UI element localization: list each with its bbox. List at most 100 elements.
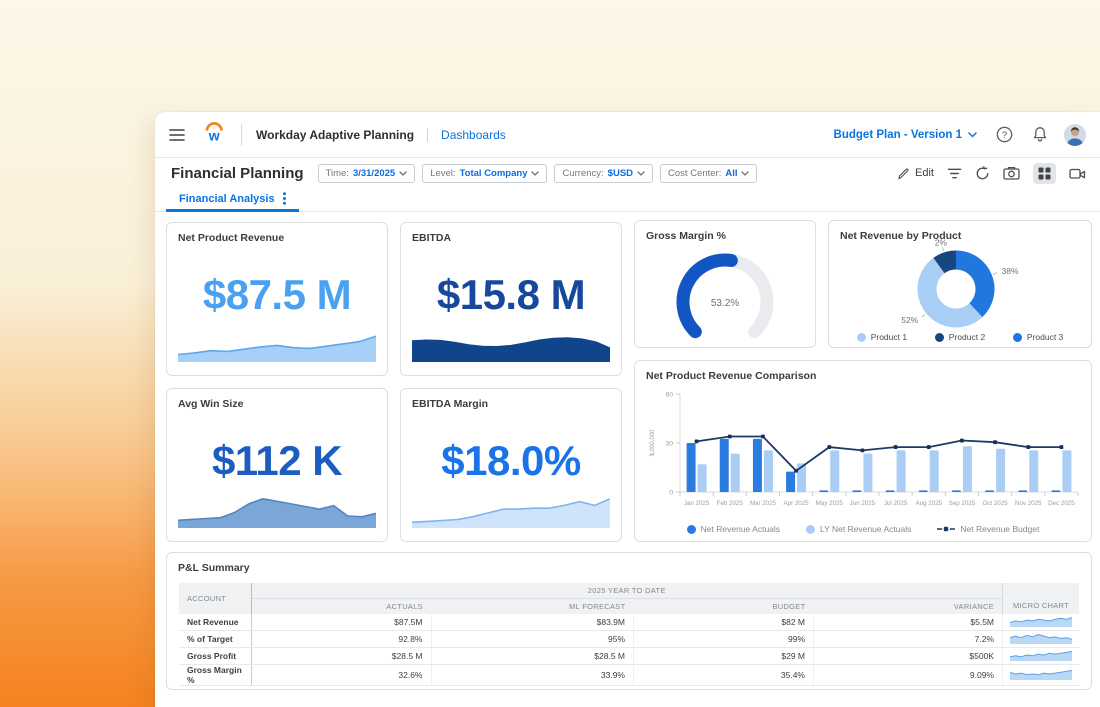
card-title: Avg Win Size [178, 398, 243, 410]
gross-margin-gauge: 53.2% [635, 247, 815, 348]
variance-cell: 7.2% [814, 631, 1003, 648]
tab-bar: Financial Analysis [155, 188, 1100, 212]
page-title: Financial Planning [171, 165, 304, 182]
kpi-value: $15.8 M [401, 271, 621, 319]
video-camera-icon[interactable] [1069, 167, 1086, 180]
card-title: Net Product Revenue Comparison [646, 370, 816, 382]
edit-button[interactable]: Edit [897, 167, 934, 180]
svg-text:Oct 2025: Oct 2025 [983, 500, 1009, 507]
filter-value: All [725, 168, 737, 179]
nav-dashboards-link[interactable]: Dashboards [441, 128, 506, 142]
account-cell: Net Revenue [179, 614, 251, 631]
camera-icon[interactable] [1003, 166, 1020, 180]
legend-item-net-revenue-budget: Net Revenue Budget [937, 524, 1039, 534]
kpi-value: $18.0% [401, 437, 621, 485]
card-ebitda: EBITDA $15.8 M [400, 222, 622, 376]
version-selector-label: Budget Plan - Version 1 [834, 129, 962, 141]
column-header: BUDGET [634, 598, 814, 614]
micro-chart-cell [1003, 665, 1080, 686]
filter-value: Total Company [460, 168, 528, 179]
user-avatar[interactable] [1064, 124, 1086, 146]
column-header: ACTUALS [251, 598, 431, 614]
divider [241, 124, 242, 146]
actuals-cell: 92.8% [251, 631, 431, 648]
micro-chart-cell [1003, 631, 1080, 648]
filter-label: Cost Center: [668, 168, 721, 179]
svg-text:2%: 2% [935, 237, 948, 247]
svg-text:Jul 2025: Jul 2025 [884, 500, 908, 507]
chevron-down-icon [531, 171, 539, 176]
svg-text:Feb 2025: Feb 2025 [717, 500, 744, 507]
table-row: % of Target92.8%95%99%7.2% [179, 631, 1079, 648]
tab-financial-analysis[interactable]: Financial Analysis [166, 188, 299, 212]
legend-dot [687, 525, 696, 534]
card-title: P&L Summary [178, 562, 250, 574]
avg-win-size-sparkline [178, 494, 376, 533]
svg-text:0: 0 [669, 490, 673, 497]
grid-view-icon[interactable] [1033, 163, 1056, 184]
legend-dot [1013, 333, 1022, 342]
filter-value: $USD [608, 168, 633, 179]
account-cell: % of Target [179, 631, 251, 648]
legend-item-ly-net-revenue-actuals: LY Net Revenue Actuals [806, 524, 911, 534]
filter-level[interactable]: Level: Total Company [422, 164, 547, 183]
variance-cell: $5.5M [814, 614, 1003, 631]
top-bar: w Workday Adaptive Planning Dashboards B… [155, 112, 1100, 158]
kebab-menu-icon[interactable] [283, 192, 286, 205]
table-row: Gross Profit$28.5 M$28.5 M$29 M$500K [179, 648, 1079, 665]
budget-cell: 99% [634, 631, 814, 648]
tab-label: Financial Analysis [179, 193, 275, 205]
filter-value: 3/31/2025 [353, 168, 395, 179]
actuals-cell: $28.5 M [251, 648, 431, 665]
variance-cell: $500K [814, 648, 1003, 665]
help-icon[interactable]: ? [996, 126, 1013, 143]
ebitda-sparkline [412, 334, 610, 367]
version-selector[interactable]: Budget Plan - Version 1 [834, 129, 977, 141]
budget-cell: $29 M [634, 648, 814, 665]
comparison-chart: 03060$,000,000Jan 2025Feb 2025Mar 2025Ap… [646, 388, 1082, 531]
svg-text:53.2%: 53.2% [711, 298, 739, 309]
svg-text:Apr 2025: Apr 2025 [784, 500, 810, 507]
column-header: ML FORECAST [431, 598, 634, 614]
column-group-header: 2025 YEAR TO DATE [251, 583, 1003, 598]
workday-logo-icon[interactable]: w [201, 119, 227, 150]
svg-text:38%: 38% [1002, 266, 1019, 276]
filter-label: Currency: [562, 168, 603, 179]
filter-currency[interactable]: Currency: $USD [554, 164, 653, 183]
chevron-down-icon [399, 171, 407, 176]
ml-forecast-cell: 95% [431, 631, 634, 648]
hamburger-menu-icon[interactable] [169, 129, 185, 141]
filter-funnel-icon[interactable] [947, 167, 962, 180]
svg-text:60: 60 [665, 392, 673, 399]
budget-cell: $82 M [634, 614, 814, 631]
revenue-by-product-donut: 38%52%2% [829, 221, 1093, 349]
pl-table: ACCOUNT2025 YEAR TO DATEMICRO CHART ACTUA… [179, 583, 1079, 686]
column-header-account: ACCOUNT [179, 583, 251, 614]
chevron-down-icon [741, 171, 749, 176]
filter-time[interactable]: Time: 3/31/2025 [318, 164, 416, 183]
card-net-revenue-by-product: Net Revenue by Product 38%52%2% Product … [828, 220, 1092, 348]
refresh-icon[interactable] [975, 166, 990, 181]
chevron-down-icon [968, 132, 977, 138]
filter-cost-center[interactable]: Cost Center: All [660, 164, 757, 183]
legend-item-product-2: Product 2 [935, 332, 985, 342]
column-header-micro-chart: MICRO CHART [1003, 583, 1080, 614]
kpi-value: $87.5 M [167, 271, 387, 319]
edit-label: Edit [915, 167, 934, 179]
micro-chart-cell [1003, 648, 1080, 665]
actuals-cell: $87.5M [251, 614, 431, 631]
card-net-product-revenue-comparison: Net Product Revenue Comparison 03060$,00… [634, 360, 1092, 542]
card-title: EBITDA Margin [412, 398, 488, 410]
actuals-cell: 32.6% [251, 665, 431, 686]
legend-dot [935, 333, 944, 342]
account-cell: Gross Profit [179, 648, 251, 665]
pencil-icon [897, 167, 910, 180]
svg-text:Dec 2025: Dec 2025 [1048, 500, 1075, 507]
svg-text:?: ? [1002, 130, 1007, 141]
card-gross-margin: Gross Margin % 53.2% [634, 220, 816, 348]
notifications-bell-icon[interactable] [1032, 126, 1048, 143]
ml-forecast-cell: $83.9M [431, 614, 634, 631]
budget-cell: 35.4% [634, 665, 814, 686]
table-row: Net Revenue$87.5M$83.9M$82 M$5.5M [179, 614, 1079, 631]
net-product-revenue-sparkline [178, 332, 376, 367]
